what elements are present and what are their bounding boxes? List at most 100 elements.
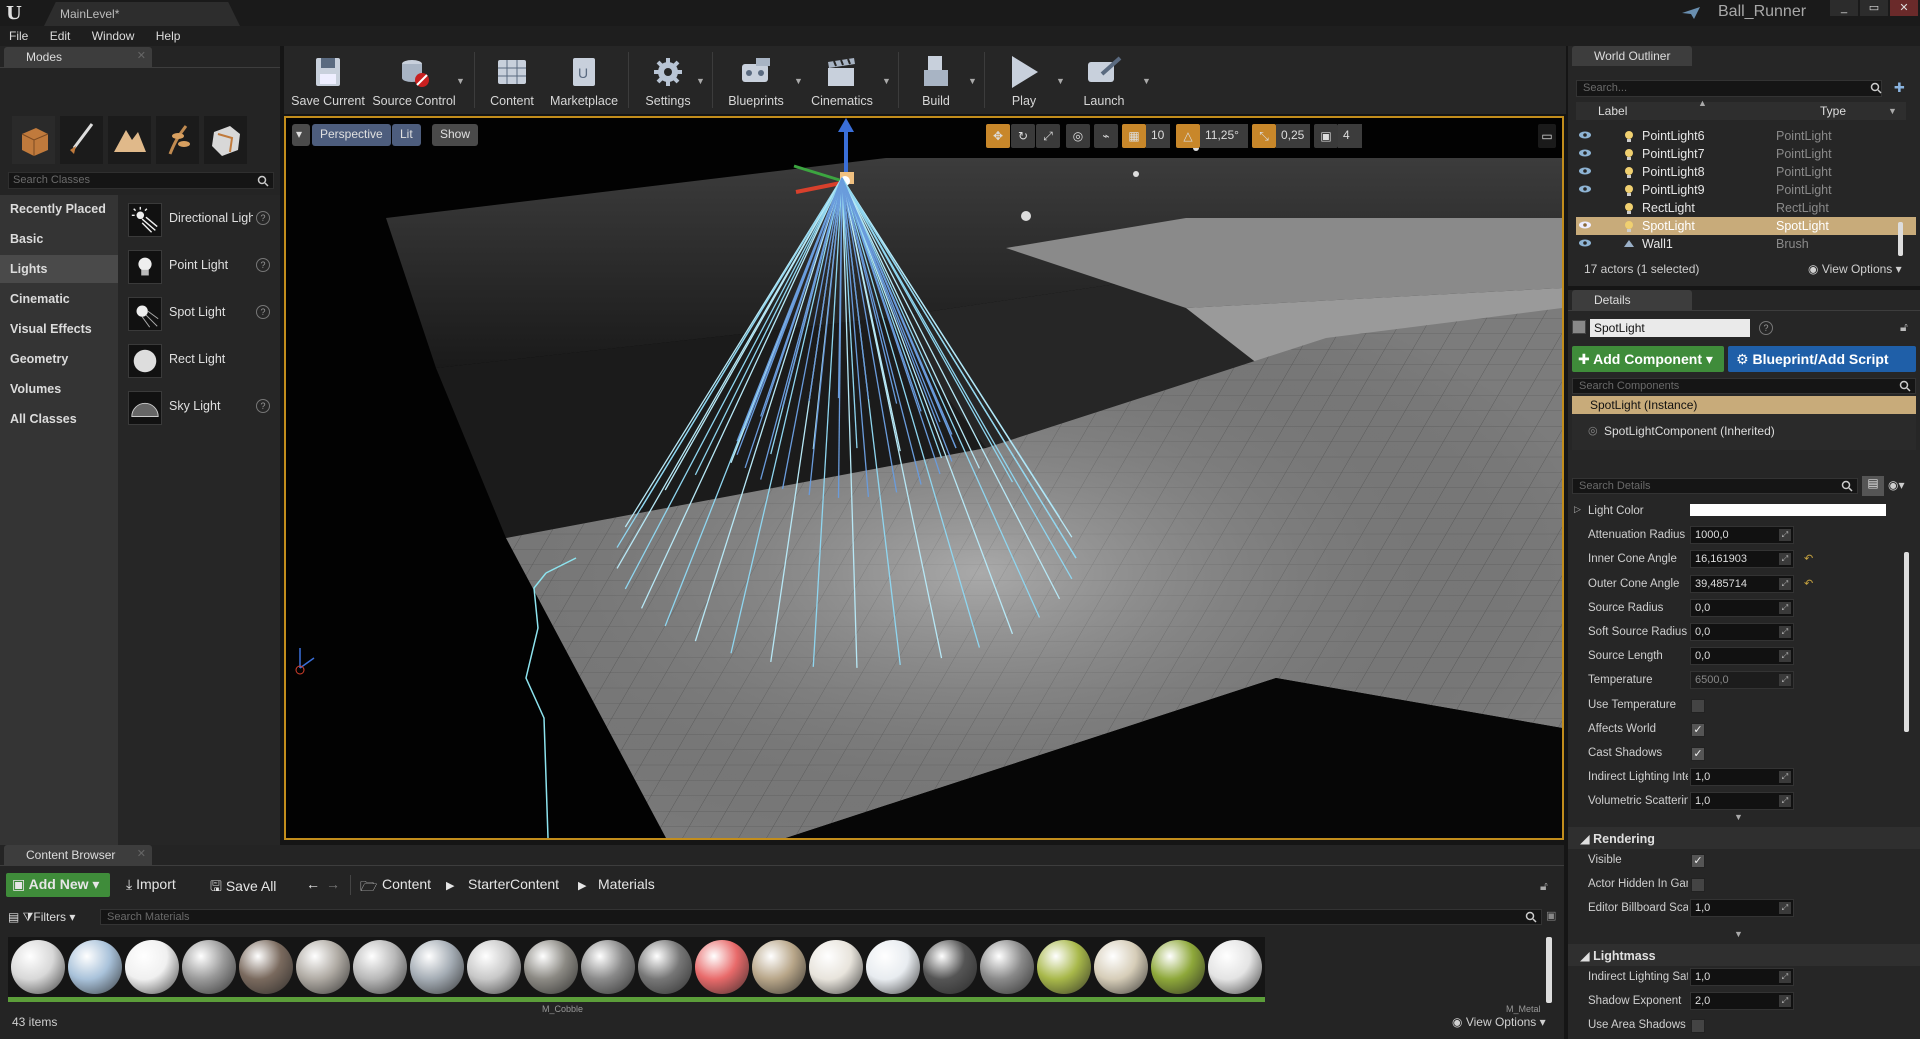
lit-button[interactable]: Lit: [392, 124, 421, 146]
blueprint-add-script-button[interactable]: ⚙ Blueprint/Add Script: [1728, 346, 1916, 372]
build-dropdown-icon[interactable]: ▼: [968, 76, 977, 86]
help-icon[interactable]: ?: [256, 305, 270, 319]
add-component-button[interactable]: ✚ Add Component ▾: [1572, 346, 1724, 372]
visibility-eye-icon[interactable]: [1578, 130, 1592, 140]
details-scrollbar[interactable]: [1904, 552, 1909, 732]
category-visual-effects[interactable]: Visual Effects: [0, 315, 118, 343]
material-asset-tile[interactable]: [920, 937, 980, 1002]
numeric-field[interactable]: 1,0 ⤢: [1690, 768, 1794, 787]
outliner-row[interactable]: PointLight6 PointLight: [1576, 127, 1916, 145]
outliner-row-selected[interactable]: SpotLight SpotLight: [1576, 217, 1916, 235]
visibility-eye-icon[interactable]: [1578, 166, 1592, 176]
actor-name-input[interactable]: SpotLight: [1590, 319, 1750, 337]
spin-arrow-icon[interactable]: ⤢: [1779, 626, 1791, 638]
surface-snap-icon[interactable]: ⌁: [1094, 124, 1118, 148]
cinematics-dropdown-icon[interactable]: ▼: [882, 76, 891, 86]
numeric-field[interactable]: 0,0 ⤢: [1690, 647, 1794, 666]
maximize-button[interactable]: ▭: [1860, 0, 1888, 16]
level-tab[interactable]: MainLevel*: [44, 2, 240, 26]
category-geometry[interactable]: Geometry: [0, 345, 118, 373]
add-actor-icon[interactable]: ✚: [1894, 80, 1912, 96]
material-asset-tile[interactable]: [1148, 937, 1208, 1002]
search-components-input[interactable]: Search Components: [1572, 378, 1916, 394]
source-control-button[interactable]: Source Control: [372, 48, 456, 110]
scale-tool-icon[interactable]: ⤢: [1036, 124, 1060, 148]
outliner-row[interactable]: PointLight9 PointLight: [1576, 181, 1916, 199]
numeric-field[interactable]: 1,0 ⤢: [1690, 968, 1794, 986]
foliage-mode-button[interactable]: [156, 116, 199, 164]
asset-scrollbar[interactable]: [1546, 937, 1552, 1003]
camera-speed-value[interactable]: 4: [1338, 124, 1362, 148]
numeric-field[interactable]: 39,485714 ⤢: [1690, 574, 1794, 593]
outliner-search-input[interactable]: Search...: [1576, 80, 1882, 97]
camera-speed-icon[interactable]: ▣: [1314, 124, 1338, 148]
visibility-filter-icon[interactable]: ◉▾: [1888, 478, 1905, 492]
material-asset-tile[interactable]: [749, 937, 809, 1002]
viewport-options-button[interactable]: ▾: [292, 124, 310, 146]
spin-arrow-icon[interactable]: ⤢: [1779, 529, 1791, 542]
perspective-button[interactable]: Perspective: [312, 124, 391, 146]
lock-icon[interactable]: 🔓︎: [1900, 320, 1908, 335]
cinematics-button[interactable]: Cinematics: [804, 48, 880, 110]
spin-arrow-icon[interactable]: ⤢: [1779, 553, 1791, 566]
material-asset-tile[interactable]: [806, 937, 866, 1002]
item-spot-light[interactable]: Spot Light ?: [118, 291, 278, 335]
settings-dropdown-icon[interactable]: ▼: [696, 76, 705, 86]
material-asset-tile[interactable]: [863, 937, 923, 1002]
checkbox[interactable]: ✓: [1691, 747, 1705, 761]
scale-snap-value[interactable]: 0,25: [1276, 124, 1310, 148]
grid-snap-value[interactable]: 10: [1146, 124, 1170, 148]
spin-arrow-icon[interactable]: ⤢: [1779, 771, 1791, 784]
outliner-row[interactable]: RectLight RectLight: [1576, 199, 1916, 217]
material-asset-tile[interactable]: [1034, 937, 1094, 1002]
checkbox[interactable]: ✓: [1691, 854, 1705, 868]
rotation-snap-icon[interactable]: △: [1176, 124, 1200, 148]
spin-arrow-icon[interactable]: ⤢: [1779, 902, 1791, 915]
material-asset-tile[interactable]: [1091, 937, 1151, 1002]
menu-help[interactable]: Help: [147, 26, 190, 46]
level-viewport[interactable]: ▾ Perspective Lit Show ✥ ↻ ⤢ ◎ ⌁ ▦ 10 △ …: [284, 116, 1564, 840]
checkbox[interactable]: [1691, 1019, 1705, 1034]
paint-mode-button[interactable]: [60, 116, 103, 164]
material-asset-tile[interactable]: [65, 937, 125, 1002]
item-directional-light[interactable]: Directional Light ?: [118, 197, 278, 241]
numeric-field[interactable]: 6500,0 ⤢: [1690, 671, 1794, 690]
spin-arrow-icon[interactable]: ⤢: [1779, 601, 1791, 614]
menu-edit[interactable]: Edit: [41, 26, 80, 46]
checkbox[interactable]: [1691, 878, 1705, 893]
content-button[interactable]: Content: [480, 48, 544, 110]
material-asset-tile[interactable]: [977, 937, 1037, 1002]
blueprints-dropdown-icon[interactable]: ▼: [794, 76, 803, 86]
help-icon[interactable]: ?: [256, 399, 270, 413]
spin-arrow-icon[interactable]: ⤢: [1779, 795, 1791, 808]
reset-to-default-icon[interactable]: ↶: [1804, 552, 1813, 565]
close-tab-icon[interactable]: ✕: [137, 49, 146, 62]
rendering-section-header[interactable]: ◢ Rendering: [1568, 827, 1920, 849]
help-icon[interactable]: ?: [256, 258, 270, 272]
light-color-swatch[interactable]: [1690, 504, 1886, 516]
play-button[interactable]: Play: [992, 48, 1056, 110]
place-mode-button[interactable]: [12, 116, 55, 164]
category-volumes[interactable]: Volumes: [0, 375, 118, 403]
property-matrix-icon[interactable]: ▤: [1862, 476, 1884, 496]
unreal-logo-icon[interactable]: U: [6, 3, 28, 24]
spin-arrow-icon[interactable]: ⤢: [1779, 650, 1791, 663]
category-cinematic[interactable]: Cinematic: [0, 285, 118, 313]
type-column-header[interactable]: Type: [1820, 104, 1846, 118]
world-space-icon[interactable]: ◎: [1066, 124, 1090, 148]
material-asset-tile[interactable]: [293, 937, 353, 1002]
expand-arrow-icon[interactable]: ▷: [1574, 504, 1581, 515]
material-asset-tile[interactable]: [635, 937, 695, 1002]
outliner-row[interactable]: PointLight7 PointLight: [1576, 145, 1916, 163]
grid-snap-icon[interactable]: ▦: [1122, 124, 1146, 148]
modes-tab[interactable]: Modes ✕: [4, 47, 152, 67]
maximize-viewport-icon[interactable]: ▭: [1538, 124, 1556, 148]
outliner-scrollbar[interactable]: [1898, 222, 1903, 256]
translate-tool-icon[interactable]: ✥: [986, 124, 1010, 148]
build-button[interactable]: Build: [904, 48, 968, 110]
material-asset-tile[interactable]: [692, 937, 752, 1002]
visibility-eye-icon[interactable]: [1578, 238, 1592, 248]
outliner-row[interactable]: PointLight8 PointLight: [1576, 163, 1916, 181]
visibility-eye-icon[interactable]: [1578, 220, 1592, 230]
item-point-light[interactable]: Point Light ?: [118, 244, 278, 288]
